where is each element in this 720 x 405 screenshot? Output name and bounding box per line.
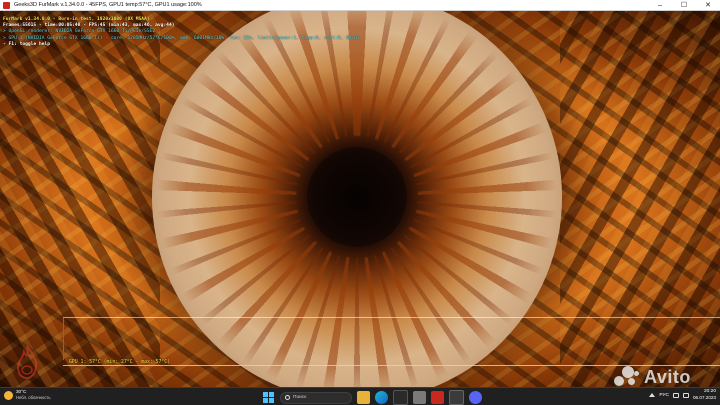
furmark-flame-icon xyxy=(16,345,38,380)
gpu-temperature-graph xyxy=(63,317,720,360)
gpu-temperature-label: GPU 1: 57°C (min: 27°C - max: 57°C) xyxy=(69,360,171,365)
show-hidden-icons-chevron[interactable] xyxy=(649,393,656,397)
close-button[interactable]: ✕ xyxy=(696,0,720,11)
volume-icon[interactable] xyxy=(683,392,689,398)
clock-date: 06.07.2023 xyxy=(693,395,716,400)
furmark-app-icon xyxy=(3,1,10,9)
store-icon[interactable] xyxy=(393,390,408,405)
window-titlebar: Geeks3D FurMark v.1.34.0.0 - 45FPS, GPU1… xyxy=(0,0,720,11)
avito-watermark: Avito xyxy=(614,366,691,388)
windows-taskbar: 30°C Небл. облачность Поиск РУС 20:20 06… xyxy=(0,387,720,405)
window-title: Geeks3D FurMark v.1.34.0.0 - 45FPS, GPU1… xyxy=(14,2,202,8)
windows-logo-icon xyxy=(263,392,274,403)
avito-logo-icon xyxy=(614,366,640,388)
taskbar-clock[interactable]: 20:20 06.07.2023 xyxy=(693,389,716,401)
search-icon xyxy=(285,395,290,400)
input-language[interactable]: РУС xyxy=(659,393,669,398)
search-placeholder: Поиск xyxy=(293,395,307,400)
weather-sun-icon xyxy=(4,390,13,400)
avito-watermark-text: Avito xyxy=(644,366,691,387)
maximize-button[interactable]: ☐ xyxy=(672,0,696,11)
overlay-line-help: - F1: toggle help xyxy=(3,41,51,47)
app-icon-gray[interactable] xyxy=(413,391,426,404)
edge-browser-icon[interactable] xyxy=(375,391,388,404)
start-button[interactable] xyxy=(262,391,275,404)
window-controls: – ☐ ✕ xyxy=(648,0,720,11)
donut-center-hole xyxy=(307,147,407,247)
taskbar-center-icons: Поиск xyxy=(262,390,482,405)
minimize-button[interactable]: – xyxy=(648,0,672,11)
overlay-line-gpu-info: > GPU 1 (NVIDIA GeForce GTX 1660 Ti) - c… xyxy=(3,35,360,41)
taskbar-search[interactable]: Поиск xyxy=(280,391,352,404)
furmark-taskbar-icon[interactable] xyxy=(431,391,444,404)
network-icon[interactable] xyxy=(673,392,679,398)
weather-widget[interactable]: 30°C Небл. облачность xyxy=(4,389,51,401)
file-explorer-icon[interactable] xyxy=(357,391,370,404)
system-tray: РУС 20:20 06.07.2023 xyxy=(649,389,716,401)
discord-icon[interactable] xyxy=(469,391,482,404)
weather-condition: Небл. облачность xyxy=(16,395,51,400)
app-icon-dark[interactable] xyxy=(449,390,464,405)
stats-overlay: FurMark v1.34.0.0 - Burn-in test, 1920x1… xyxy=(3,17,360,48)
graph-axis xyxy=(63,318,64,360)
